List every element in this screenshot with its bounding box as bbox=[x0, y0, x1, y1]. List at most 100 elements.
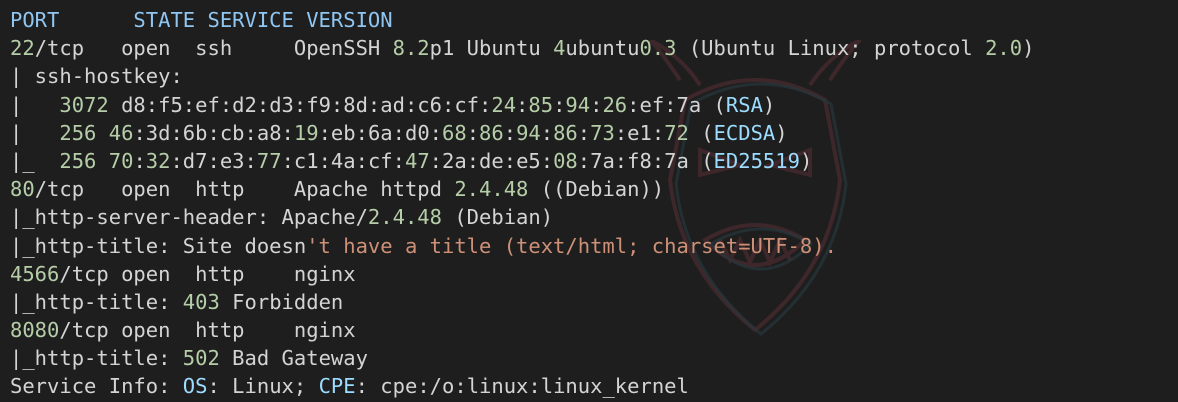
terminal-text-segment: 3072 bbox=[59, 92, 109, 117]
terminal-text-segment: 403 bbox=[182, 289, 220, 314]
terminal-text-segment: 256 bbox=[59, 120, 97, 145]
terminal-text-segment: p1 Ubuntu bbox=[429, 36, 554, 61]
terminal-text-segment: Service Info: bbox=[10, 374, 183, 399]
terminal-line: |_http-title: 502 Bad Gateway bbox=[10, 344, 1170, 372]
terminal-line: | 3072 d8:f5:ef:d2:d3:f9:8d:ad:c6:cf:24:… bbox=[10, 91, 1170, 119]
terminal-text-segment: :e1: bbox=[614, 120, 665, 145]
terminal-text-segment: :d7:e3: bbox=[170, 148, 257, 173]
terminal-text-segment: /tcp open http nginx bbox=[59, 261, 356, 286]
terminal-line: |_http-title: Site doesn't have a title … bbox=[10, 232, 1170, 260]
terminal-text-segment: : bbox=[516, 92, 529, 117]
terminal-text-segment: RSA bbox=[725, 92, 763, 117]
terminal-text-segment: d8:f5:ef:d2:d3:f9:8d:ad:c6:cf: bbox=[108, 92, 492, 117]
terminal-text-segment: 0.3 bbox=[639, 36, 677, 61]
terminal-text-segment: 86 bbox=[553, 120, 578, 145]
terminal-text-segment: : bbox=[540, 120, 554, 145]
terminal-text-segment: : bbox=[577, 120, 591, 145]
terminal-text-segment: 22 bbox=[10, 36, 35, 61]
terminal-line: PORT STATE SERVICE VERSION bbox=[10, 6, 1170, 34]
terminal-line: 22/tcp open ssh OpenSSH 8.2p1 Ubuntu 4ub… bbox=[10, 34, 1170, 62]
terminal-text-segment: 72 bbox=[664, 120, 689, 145]
terminal-text-segment: : Linux; bbox=[207, 374, 319, 399]
terminal-text-segment: :3d:6b:cb:a8: bbox=[133, 120, 294, 145]
terminal-output: PORT STATE SERVICE VERSION 22/tcp open ss… bbox=[0, 0, 1178, 402]
terminal-text-segment: /tcp open http nginx bbox=[59, 318, 356, 343]
terminal-text-segment: 47 bbox=[404, 148, 430, 173]
terminal-text-segment: CPE bbox=[318, 374, 356, 399]
terminal-text-segment: 2.0 bbox=[985, 36, 1023, 61]
terminal-text-segment: 26 bbox=[602, 92, 628, 117]
terminal-text-segment: 08 bbox=[553, 148, 578, 173]
terminal-text-segment: ) bbox=[775, 120, 788, 145]
terminal-text-segment: ) bbox=[762, 92, 776, 117]
terminal-text-segment: 94 bbox=[516, 120, 541, 145]
terminal-line: Service Info: OS: Linux; CPE: cpe:/o:lin… bbox=[10, 372, 1170, 400]
terminal-text-segment: (Ubuntu Linux; protocol bbox=[676, 36, 986, 61]
terminal-text-segment: :2a:de:e5: bbox=[429, 148, 554, 173]
terminal-text-segment: Forbidden bbox=[219, 289, 344, 314]
terminal-line: 80/tcp open http Apache httpd 2.4.48 ((D… bbox=[10, 175, 1170, 203]
terminal-text-segment: 2.4.48 bbox=[454, 177, 529, 202]
terminal-text-segment: 68 bbox=[442, 120, 467, 145]
terminal-text-segment: /tcp open http Apache httpd bbox=[34, 177, 455, 202]
terminal-text-segment: 70 bbox=[108, 148, 134, 173]
terminal-text-segment: |_http-title: Site doesn bbox=[10, 233, 307, 258]
terminal-text-segment: /tcp open ssh OpenSSH bbox=[34, 36, 393, 61]
terminal-text-segment: 8.2 bbox=[392, 36, 430, 61]
terminal-line: | 256 46:3d:6b:cb:a8:19:eb:6a:d0:68:86:9… bbox=[10, 119, 1170, 147]
terminal-text-segment: ) bbox=[1022, 36, 1035, 61]
terminal-text-segment: 46 bbox=[108, 120, 134, 145]
terminal-text-segment: OS bbox=[182, 374, 208, 399]
terminal-text-segment: ( bbox=[688, 120, 714, 145]
terminal-text-segment: | bbox=[10, 92, 60, 117]
terminal-text-segment: |_ bbox=[10, 148, 60, 173]
terminal-text-segment: : bbox=[590, 92, 603, 117]
terminal-text-segment: |_http-server-header: Apache/ bbox=[10, 205, 368, 230]
terminal-text-segment: : bbox=[466, 120, 480, 145]
terminal-line: 4566/tcp open http nginx bbox=[10, 260, 1170, 288]
terminal-text-segment: Bad Gateway bbox=[219, 346, 368, 371]
terminal-text-segment: 24 bbox=[491, 92, 517, 117]
terminal-line: 8080/tcp open http nginx bbox=[10, 316, 1170, 344]
terminal-text-segment: 32 bbox=[145, 148, 171, 173]
terminal-text-segment: 256 bbox=[59, 148, 97, 173]
terminal-text-segment: |_http-title: bbox=[10, 289, 183, 314]
terminal-text-segment: 502 bbox=[182, 346, 220, 371]
terminal-text-segment: :c1:4a:cf: bbox=[281, 148, 405, 173]
terminal-text-segment: 73 bbox=[590, 120, 615, 145]
terminal-text-segment: 85 bbox=[528, 92, 554, 117]
terminal-text-segment: 4 bbox=[553, 36, 566, 61]
terminal-text-segment: 19 bbox=[293, 120, 319, 145]
terminal-text-segment: 't have a title (text/html; charset=UTF-… bbox=[306, 233, 837, 258]
terminal-line: |_http-server-header: Apache/2.4.48 (Deb… bbox=[10, 203, 1170, 231]
terminal-text-segment: | bbox=[10, 120, 60, 145]
terminal-text-segment: | ssh-hostkey: bbox=[10, 64, 183, 89]
terminal-text-segment: ((Debian)) bbox=[528, 177, 665, 202]
terminal-text-segment: 80 bbox=[10, 177, 35, 202]
terminal-text-segment: ECDSA bbox=[713, 120, 776, 145]
terminal-text-segment: ) bbox=[799, 148, 813, 173]
terminal-text-segment: (Debian) bbox=[441, 205, 554, 230]
terminal-text-segment: : bbox=[553, 92, 566, 117]
terminal-text-segment: : bbox=[503, 120, 517, 145]
terminal-text-segment: 8080 bbox=[10, 318, 60, 343]
terminal-text-segment: :ef:7a ( bbox=[627, 92, 726, 117]
terminal-text-segment: 77 bbox=[256, 148, 282, 173]
terminal-text-segment: |_http-title: bbox=[10, 346, 183, 371]
terminal-text-segment: 86 bbox=[479, 120, 504, 145]
terminal-text-segment: 2.4.48 bbox=[367, 205, 442, 230]
terminal-text-segment: PORT STATE SERVICE VERSION bbox=[10, 8, 393, 32]
terminal-text-segment: : cpe:/o:linux:linux_kernel bbox=[355, 374, 689, 399]
terminal-line: |_ 256 70:32:d7:e3:77:c1:4a:cf:47:2a:de:… bbox=[10, 147, 1170, 175]
scan-results: PORT STATE SERVICE VERSION 22/tcp open ss… bbox=[10, 6, 1170, 401]
terminal-text-segment: ED25519 bbox=[713, 148, 800, 173]
terminal-text-segment: :eb:6a:d0: bbox=[318, 120, 442, 145]
terminal-text-segment: 4566 bbox=[10, 261, 60, 286]
terminal-text-segment: :7a:f8:7a ( bbox=[577, 148, 714, 173]
terminal-text-segment: 94 bbox=[565, 92, 591, 117]
terminal-line: |_http-title: 403 Forbidden bbox=[10, 288, 1170, 316]
terminal-line: | ssh-hostkey: bbox=[10, 62, 1170, 90]
terminal-text-segment: : bbox=[133, 148, 146, 173]
